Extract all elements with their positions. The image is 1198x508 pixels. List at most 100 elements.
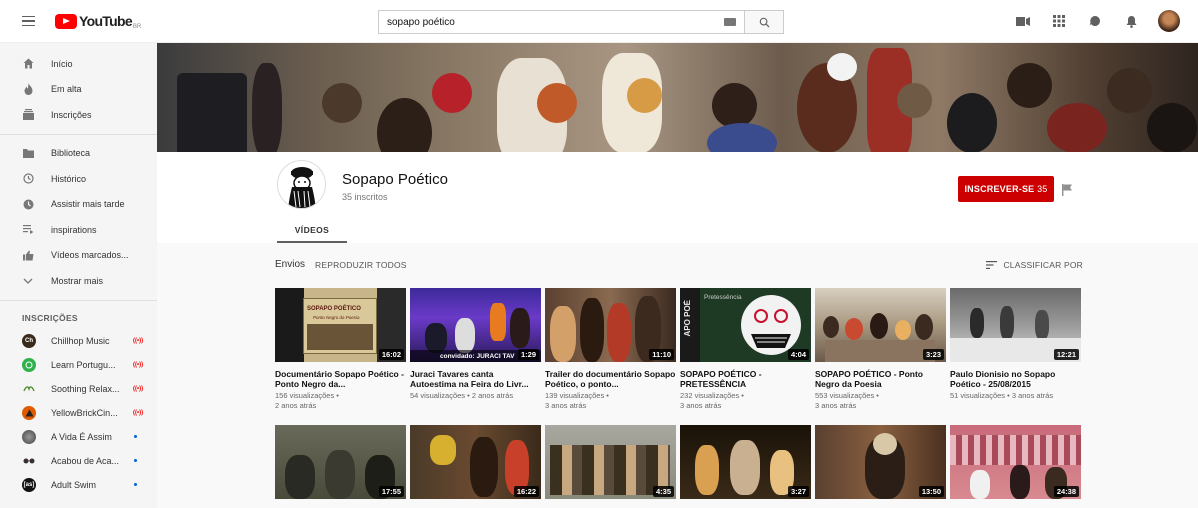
history-icon — [22, 173, 34, 185]
subscribe-button[interactable]: INSCREVER-SE 35 — [958, 176, 1054, 202]
video-card[interactable]: SOPAPO POÉTICO Ponto Negro da Poesia 16:… — [275, 288, 406, 411]
subscription-item-yellowbrickcinema[interactable]: YellowBrickCin... ((•)) — [0, 401, 157, 425]
sidebar-divider — [0, 133, 157, 135]
video-card[interactable]: 11:10 Trailer do documentário Sopapo Poé… — [545, 288, 676, 411]
keyboard-icon[interactable] — [724, 18, 736, 26]
video-duration: 24:38 — [1053, 486, 1079, 497]
search-box — [378, 10, 784, 34]
channel-avatar — [22, 381, 36, 396]
flag-icon[interactable] — [1062, 183, 1073, 201]
video-thumbnail[interactable]: convidado: JURACI TAV 1:29 — [410, 288, 541, 362]
uploads-section-header: Envios REPRODUZIR TODOS CLASSIFICAR POR — [275, 259, 1083, 273]
subscription-item-soothing-relax[interactable]: Soothing Relax... ((•)) — [0, 377, 157, 401]
sort-button[interactable]: CLASSIFICAR POR — [986, 260, 1083, 270]
channel-avatar — [22, 453, 36, 468]
video-card[interactable]: 24:38 — [950, 425, 1081, 499]
masthead: YouTube BR — [0, 0, 1198, 43]
video-card[interactable]: APO POÉ Pretessência 4:04 SOPAPO POÉTICO… — [680, 288, 811, 411]
video-duration: 1:29 — [517, 349, 539, 360]
video-thumbnail[interactable]: 13:50 — [815, 425, 946, 499]
channel-banner — [157, 43, 1198, 152]
subscription-item-chillhop[interactable]: Ch Chillhop Music ((•)) — [0, 329, 157, 353]
video-title[interactable]: Trailer do documentário Sopapo Poético, … — [545, 369, 676, 389]
subscription-item-adult-swim[interactable]: [as] Adult Swim — [0, 473, 157, 497]
channel-avatar[interactable] — [277, 160, 326, 209]
sidebar-item-home[interactable]: Início — [0, 51, 157, 77]
video-thumbnail[interactable]: SOPAPO POÉTICO Ponto Negro da Poesia 16:… — [275, 288, 406, 362]
video-meta: 156 visualizações • — [275, 391, 339, 400]
channel-header: Sopapo Poético 35 inscritos INSCREVER-SE… — [157, 152, 1198, 243]
flame-icon — [22, 83, 34, 96]
sidebar-item-subscriptions[interactable]: Inscrições — [0, 102, 157, 128]
play-all-button[interactable]: REPRODUZIR TODOS — [315, 260, 407, 270]
video-title[interactable]: SOPAPO POÉTICO - Ponto Negro da Poesia — [815, 369, 946, 389]
video-card[interactable]: 16:22 — [410, 425, 541, 499]
section-title: Envios — [275, 259, 306, 270]
video-card[interactable]: convidado: JURACI TAV 1:29 Juraci Tavare… — [410, 288, 541, 411]
video-duration: 13:50 — [918, 486, 944, 497]
sort-icon — [986, 261, 998, 269]
youtube-logo[interactable]: YouTube BR — [55, 12, 141, 30]
video-duration: 4:35 — [652, 486, 674, 497]
video-card[interactable]: 13:50 — [815, 425, 946, 499]
video-thumbnail[interactable]: 17:55 — [275, 425, 406, 499]
video-card[interactable]: 4:35 — [545, 425, 676, 499]
video-thumbnail[interactable]: 12:21 — [950, 288, 1081, 362]
subscription-item-acabou-de-acabar[interactable]: Acabou de Aca... — [0, 449, 157, 473]
subscriptions-header: INSCRIÇÕES — [22, 312, 78, 323]
video-title[interactable]: SOPAPO POÉTICO - PRETESSÊNCIA — [680, 369, 811, 389]
notifications-bell-icon[interactable] — [1122, 12, 1140, 30]
tab-videos[interactable]: VÍDEOS — [277, 219, 347, 243]
subscriptions-icon — [22, 109, 34, 121]
sidebar-item-show-more[interactable]: Mostrar mais — [0, 268, 157, 294]
video-card[interactable]: 12:21 Paulo Dionisio no Sopapo Poético -… — [950, 288, 1081, 411]
menu-icon[interactable] — [22, 15, 35, 27]
live-icon: ((•)) — [133, 361, 144, 368]
video-thumbnail[interactable]: 16:22 — [410, 425, 541, 499]
video-card[interactable]: 3:27 — [680, 425, 811, 499]
video-duration: 3:23 — [922, 349, 944, 360]
subscription-item-learn-portuguese[interactable]: Learn Portugu... ((•)) — [0, 353, 157, 377]
sidebar-item-playlist[interactable]: inspirations — [0, 217, 157, 243]
video-thumbnail[interactable]: APO POÉ Pretessência 4:04 — [680, 288, 811, 362]
create-video-icon[interactable] — [1014, 12, 1032, 30]
guide-sidebar: Início Em alta Inscrições Biblioteca His… — [0, 43, 157, 508]
subscription-item-a-vida-e-assim[interactable]: A Vida É Assim — [0, 425, 157, 449]
sidebar-item-watch-later[interactable]: Assistir mais tarde — [0, 192, 157, 218]
video-duration: 16:02 — [378, 349, 404, 360]
video-title[interactable]: Documentário Sopapo Poético - Ponto Negr… — [275, 369, 406, 389]
video-grid: SOPAPO POÉTICO Ponto Negro da Poesia 16:… — [275, 288, 1095, 499]
video-card[interactable]: 17:55 — [275, 425, 406, 499]
account-avatar[interactable] — [1158, 10, 1180, 32]
search-input[interactable] — [378, 10, 744, 34]
video-thumbnail[interactable]: 11:10 — [545, 288, 676, 362]
video-title[interactable]: Juraci Tavares canta Autoestima na Feira… — [410, 369, 541, 389]
video-meta: 3 anos atrás — [815, 401, 857, 410]
sidebar-item-liked-videos[interactable]: Vídeos marcados... — [0, 243, 157, 269]
clock-icon — [22, 198, 34, 210]
sidebar-item-trending[interactable]: Em alta — [0, 77, 157, 103]
channel-avatar — [22, 357, 36, 372]
apps-grid-icon[interactable] — [1050, 12, 1068, 30]
sidebar-item-history[interactable]: Histórico — [0, 166, 157, 192]
play-logo-icon — [55, 13, 77, 29]
video-meta: 3 anos atrás — [545, 401, 587, 410]
video-row: SOPAPO POÉTICO Ponto Negro da Poesia 16:… — [275, 288, 1095, 411]
video-duration: 4:04 — [787, 349, 809, 360]
video-thumbnail[interactable]: 3:23 — [815, 288, 946, 362]
video-card[interactable]: 3:23 SOPAPO POÉTICO - Ponto Negro da Poe… — [815, 288, 946, 411]
sidebar-item-library[interactable]: Biblioteca — [0, 141, 157, 167]
video-title[interactable]: Paulo Dionisio no Sopapo Poético - 25/08… — [950, 369, 1081, 389]
video-meta: 232 visualizações • — [680, 391, 744, 400]
video-meta: 3 anos atrás — [680, 401, 722, 410]
video-thumbnail[interactable]: 24:38 — [950, 425, 1081, 499]
video-thumbnail[interactable]: 4:35 — [545, 425, 676, 499]
home-icon — [22, 58, 34, 70]
channel-avatar: [as] — [22, 477, 36, 492]
folder-icon — [22, 147, 34, 159]
video-thumbnail[interactable]: 3:27 — [680, 425, 811, 499]
search-button[interactable] — [744, 10, 784, 34]
channel-name: Sopapo Poético — [342, 171, 448, 188]
messages-icon[interactable] — [1086, 12, 1104, 30]
live-icon: ((•)) — [133, 409, 144, 416]
